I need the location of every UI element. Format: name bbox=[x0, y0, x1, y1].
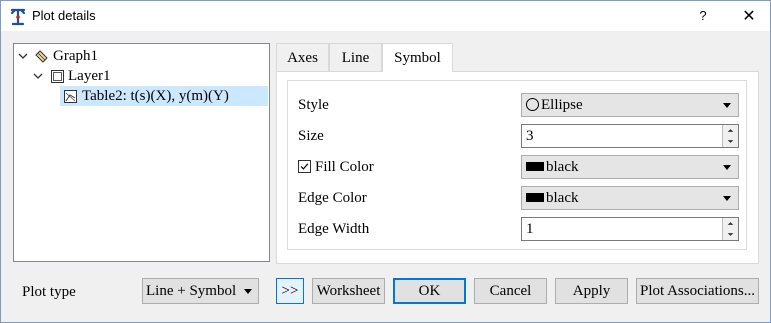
spin-down-icon[interactable] bbox=[722, 229, 738, 240]
spin-down-icon[interactable] bbox=[722, 136, 738, 147]
close-button[interactable]: ✕ bbox=[734, 5, 764, 27]
plot-tree[interactable]: Graph1 Layer1 Table2: t(s)(X), y(m)(Y) bbox=[13, 43, 270, 262]
size-value: 3 bbox=[526, 128, 534, 144]
size-spinbox[interactable]: 3 bbox=[521, 124, 739, 148]
tree-item-layer[interactable]: Layer1 bbox=[16, 66, 266, 86]
dropdown-arrow-icon bbox=[244, 289, 252, 294]
tree-item-graph[interactable]: Graph1 bbox=[16, 46, 266, 66]
style-label: Style bbox=[298, 97, 329, 113]
edge-color-label: Edge Color bbox=[298, 190, 367, 206]
tab-symbol[interactable]: Symbol bbox=[382, 43, 453, 72]
dropdown-arrow-icon bbox=[723, 196, 731, 201]
window-title: Plot details bbox=[32, 8, 96, 23]
symbol-group: Style Ellipse Size 3 Fill Color black Ed… bbox=[287, 80, 747, 250]
style-value: Ellipse bbox=[541, 97, 583, 113]
color-swatch bbox=[526, 193, 544, 202]
tab-line[interactable]: Line bbox=[329, 43, 382, 71]
expand-button[interactable]: >> bbox=[276, 278, 304, 304]
edge-width-label: Edge Width bbox=[298, 221, 370, 237]
plot-details-dialog: Plot details ? ✕ Graph1 Layer1 Table2: t… bbox=[0, 0, 771, 323]
tabs-area: Axes Line Symbol Style Ellipse Size 3 Fi… bbox=[276, 43, 759, 264]
app-icon bbox=[10, 8, 26, 26]
edge-color-combo[interactable]: black bbox=[521, 186, 739, 210]
tree-item-plot[interactable]: Table2: t(s)(X), y(m)(Y) bbox=[60, 86, 268, 106]
size-label: Size bbox=[298, 128, 324, 144]
color-swatch bbox=[526, 162, 544, 171]
edge-width-spinbox[interactable]: 1 bbox=[521, 217, 739, 241]
tree-item-label: Table2: t(s)(X), y(m)(Y) bbox=[82, 88, 229, 104]
ok-button[interactable]: OK bbox=[393, 278, 466, 304]
tree-item-label: Graph1 bbox=[53, 48, 98, 64]
plot-type-combo[interactable]: Line + Symbol bbox=[142, 278, 259, 304]
graph-icon bbox=[35, 50, 48, 63]
title-bar: Plot details ? ✕ bbox=[1, 1, 770, 31]
spin-up-icon[interactable] bbox=[722, 218, 738, 229]
chevron-down-icon[interactable] bbox=[17, 46, 29, 66]
plot-type-label: Plot type bbox=[22, 284, 76, 300]
tab-axes[interactable]: Axes bbox=[276, 43, 329, 71]
apply-button[interactable]: Apply bbox=[555, 278, 628, 304]
edge-width-spin-buttons bbox=[722, 218, 738, 240]
tree-item-label: Layer1 bbox=[68, 68, 111, 84]
cancel-button[interactable]: Cancel bbox=[474, 278, 547, 304]
spin-up-icon[interactable] bbox=[722, 125, 738, 136]
fill-color-checkbox[interactable] bbox=[298, 160, 311, 173]
fill-color-combo[interactable]: black bbox=[521, 155, 739, 179]
size-spin-buttons bbox=[722, 125, 738, 147]
dropdown-arrow-icon bbox=[723, 103, 731, 108]
symbol-panel: Style Ellipse Size 3 Fill Color black Ed… bbox=[276, 71, 759, 264]
worksheet-button[interactable]: Worksheet bbox=[312, 278, 385, 304]
ellipse-icon bbox=[526, 98, 539, 111]
plot-icon bbox=[64, 90, 77, 103]
fill-color-value: black bbox=[546, 159, 579, 175]
layer-icon bbox=[51, 70, 64, 83]
fill-color-toggle[interactable]: Fill Color bbox=[298, 155, 374, 179]
dropdown-arrow-icon bbox=[723, 165, 731, 170]
chevron-down-icon[interactable] bbox=[32, 66, 44, 86]
plot-associations-button[interactable]: Plot Associations... bbox=[636, 278, 759, 304]
fill-color-label: Fill Color bbox=[315, 159, 374, 175]
style-combo[interactable]: Ellipse bbox=[521, 93, 739, 117]
plot-type-value: Line + Symbol bbox=[146, 283, 237, 299]
help-button[interactable]: ? bbox=[689, 5, 717, 27]
edge-width-value: 1 bbox=[526, 221, 534, 237]
edge-color-value: black bbox=[546, 190, 579, 206]
